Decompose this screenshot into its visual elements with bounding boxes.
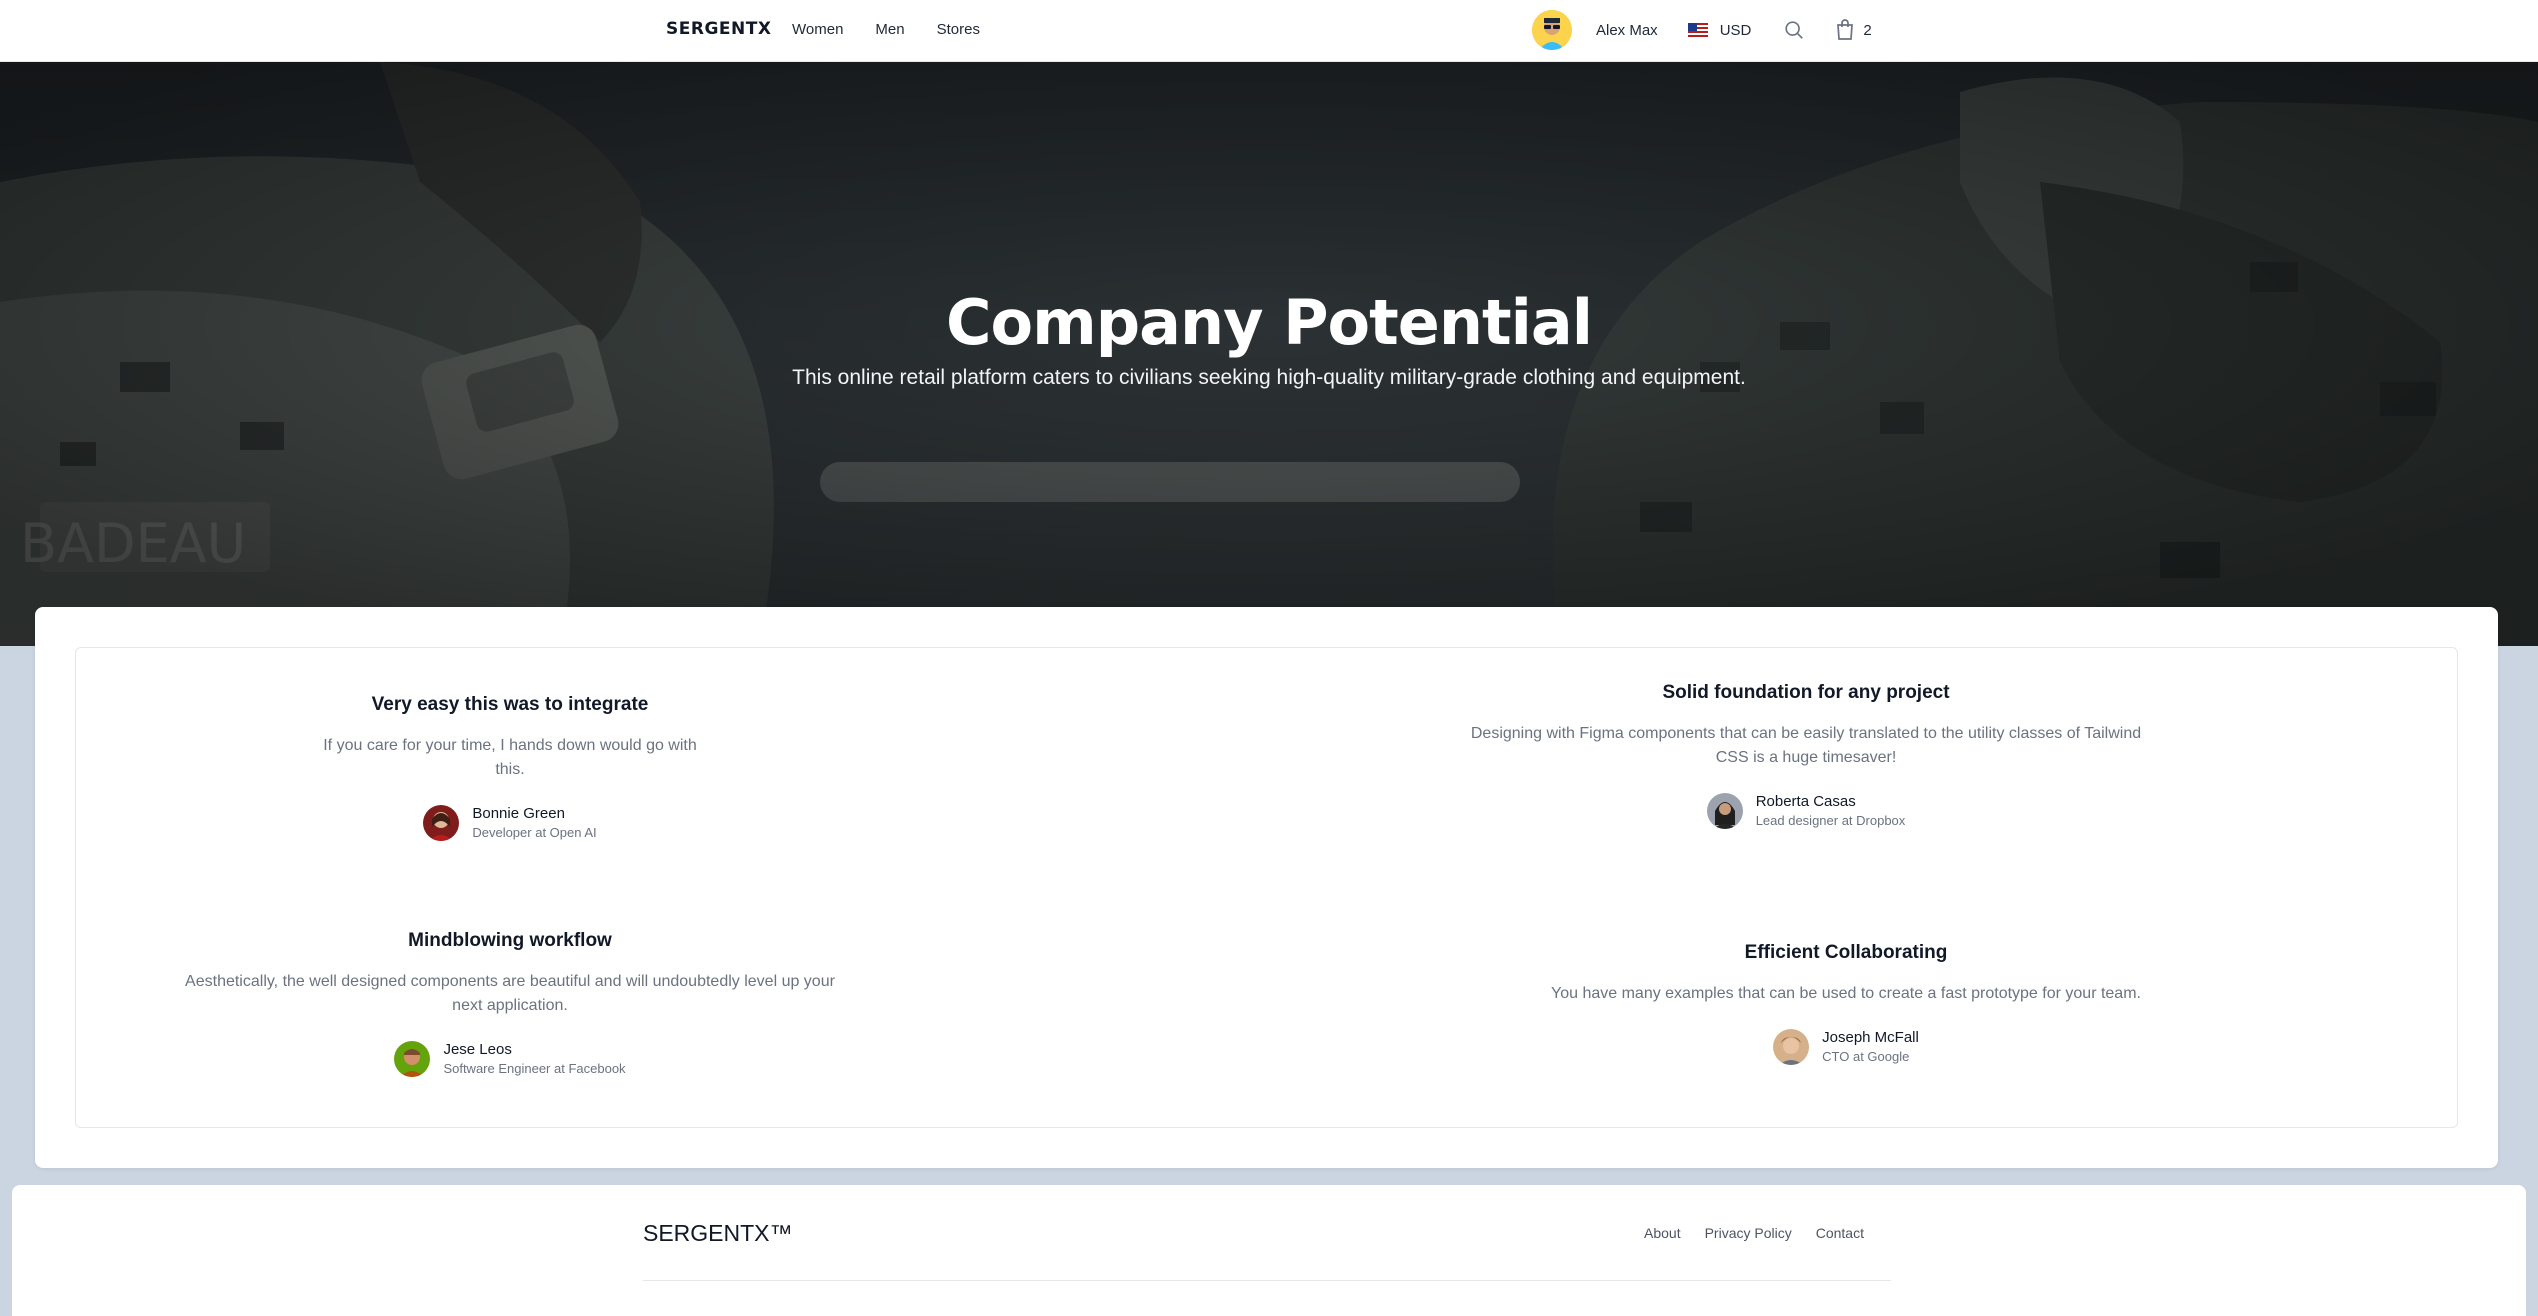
testimonial-title: Very easy this was to integrate xyxy=(371,694,649,715)
avatar xyxy=(1773,1029,1810,1065)
author-name: Joseph McFall xyxy=(1822,1029,1919,1046)
testimonial-title: Mindblowing workflow xyxy=(408,930,612,951)
user-avatar[interactable] xyxy=(1532,10,1572,50)
footer-divider xyxy=(643,1280,1891,1281)
testimonial-body: Designing with Figma components that can… xyxy=(1470,725,2142,766)
nav-link-women[interactable]: Women xyxy=(792,21,843,38)
avatar xyxy=(1706,793,1743,829)
testimonial-author: Joseph McFall CTO at Google xyxy=(1773,1028,1919,1066)
user-name[interactable]: Alex Max xyxy=(1596,22,1658,39)
footer-link-contact[interactable]: Contact xyxy=(1816,1225,1864,1241)
nav-link-men[interactable]: Men xyxy=(875,21,904,38)
avatar xyxy=(423,805,460,841)
testimonial-card: Very easy this was to integrate If you c… xyxy=(310,694,710,846)
testimonials-section: Very easy this was to integrate If you c… xyxy=(35,607,2498,1168)
footer-link-privacy[interactable]: Privacy Policy xyxy=(1705,1225,1792,1241)
hero-title: Company Potential xyxy=(946,286,1593,359)
testimonial-author: Jese Leos Software Engineer at Facebook xyxy=(394,1040,626,1078)
author-role: Software Engineer at Facebook xyxy=(443,1061,626,1076)
testimonial-title: Efficient Collaborating xyxy=(1744,942,1948,963)
top-navbar: SERGENTX Women Men Stores Alex Max USD 2 xyxy=(0,0,2538,62)
author-role: Developer at Open AI xyxy=(472,825,597,840)
main-nav: Women Men Stores xyxy=(792,21,1012,38)
currency-label: USD xyxy=(1719,21,1752,39)
footer-brand[interactable]: SERGENTX™ xyxy=(643,1220,793,1247)
testimonial-card: Mindblowing workflow Aesthetically, the … xyxy=(170,930,850,1082)
author-name: Jese Leos xyxy=(443,1041,512,1058)
author-role: CTO at Google xyxy=(1822,1049,1910,1064)
testimonials-grid: Very easy this was to integrate If you c… xyxy=(75,647,2458,1128)
testimonial-author: Bonnie Green Developer at Open AI xyxy=(423,804,597,842)
hero-banner: BADEAU Company Potential This online ret… xyxy=(0,62,2538,646)
testimonial-author: Roberta Casas Lead designer at Dropbox xyxy=(1706,792,1906,830)
nav-right-group: Alex Max USD 2 xyxy=(1532,10,1872,50)
footer-nav: About Privacy Policy Contact xyxy=(1644,1225,1888,1241)
testimonial-body: If you care for your time, I hands down … xyxy=(323,737,697,778)
cart-button[interactable]: 2 xyxy=(1835,19,1872,41)
currency-selector[interactable]: USD xyxy=(1687,21,1752,39)
testimonial-title: Solid foundation for any project xyxy=(1662,682,1950,703)
author-name: Roberta Casas xyxy=(1755,793,1856,810)
us-flag-icon xyxy=(1687,23,1708,37)
hero-subtitle: This online retail platform caters to ci… xyxy=(792,366,1746,389)
shopping-bag-icon xyxy=(1837,19,1854,40)
search-icon[interactable] xyxy=(1783,19,1805,41)
site-footer: SERGENTX™ About Privacy Policy Contact xyxy=(12,1185,2526,1316)
testimonial-body: Aesthetically, the well designed compone… xyxy=(185,973,835,1014)
author-name: Bonnie Green xyxy=(472,805,565,822)
testimonial-card: Efficient Collaborating You have many ex… xyxy=(1546,942,2146,1070)
testimonial-card: Solid foundation for any project Designi… xyxy=(1466,682,2146,834)
nav-link-stores[interactable]: Stores xyxy=(937,21,980,38)
author-role: Lead designer at Dropbox xyxy=(1755,813,1906,828)
testimonial-body: You have many examples that can be used … xyxy=(1551,985,2141,1002)
brand-logo[interactable]: SERGENTX xyxy=(666,19,771,39)
cart-count: 2 xyxy=(1863,21,1872,39)
footer-link-about[interactable]: About xyxy=(1644,1225,1681,1241)
avatar xyxy=(394,1041,431,1077)
